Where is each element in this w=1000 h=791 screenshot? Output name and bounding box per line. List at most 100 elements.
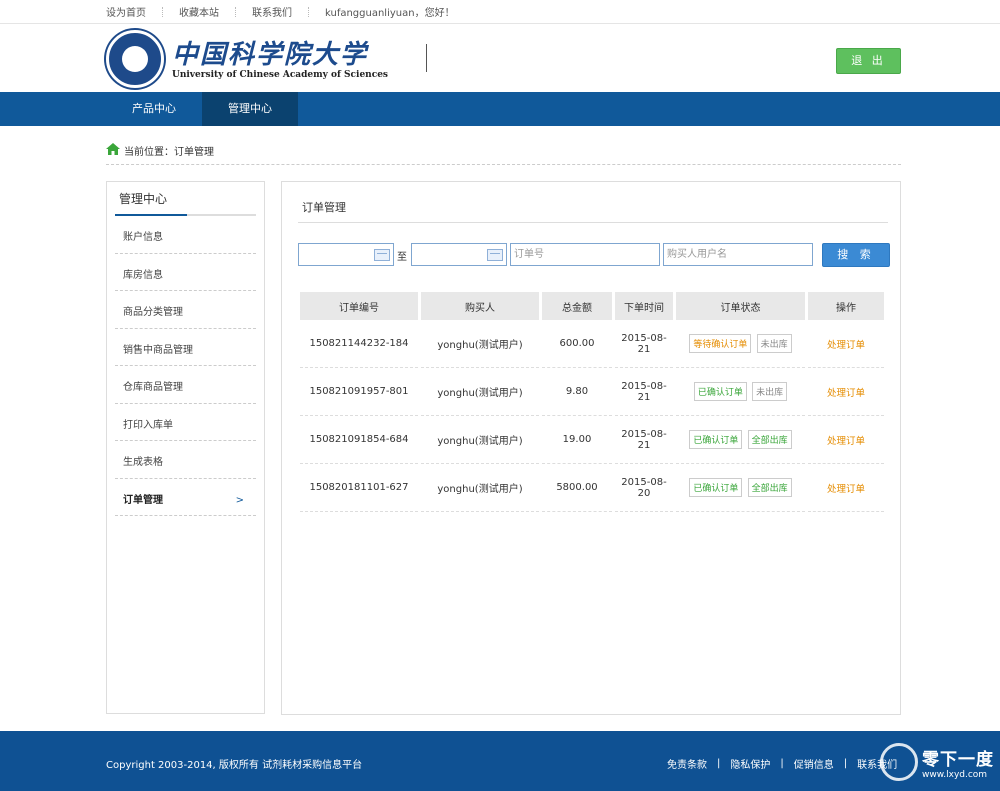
process-order-link[interactable]: 处理订单 — [827, 340, 865, 351]
nav-management-center[interactable]: 管理中心 — [202, 92, 298, 126]
column-header-buyer: 购买人 — [421, 292, 539, 320]
home-icon[interactable] — [106, 143, 120, 155]
set-home-link[interactable]: 设为首页 — [106, 4, 146, 19]
order-id-cell: 150821144232-184 — [300, 320, 418, 368]
breadcrumb: 当前位置：订单管理 — [106, 143, 901, 165]
divider — [308, 6, 309, 17]
logo-chinese-name: 中国科学院大学 — [172, 40, 369, 70]
column-header-status: 订单状态 — [676, 292, 805, 320]
divider: | — [843, 758, 848, 769]
start-date-field[interactable] — [298, 243, 394, 266]
status-badge-stock: 全部出库 — [747, 478, 792, 497]
sidebar-item-warehouse-info[interactable]: 库房信息 — [115, 254, 256, 291]
status-badge-confirmation: 已确认订单 — [693, 382, 747, 401]
status-badge-stock: 全部出库 — [747, 430, 792, 449]
contact-link[interactable]: 联系我们 — [252, 4, 292, 19]
divider — [235, 6, 236, 17]
order-date-cell: 2015-08-20 — [615, 464, 673, 512]
table-row: 150821091854-684 yonghu(测试用户) 19.00 2015… — [300, 416, 884, 464]
footer-link-privacy[interactable]: 隐私保护 — [730, 756, 770, 771]
table-row: 150820181101-627 yonghu(测试用户) 5800.00 20… — [300, 464, 884, 512]
sidebar-item-label: 订单管理 — [123, 494, 163, 506]
status-cell: 等待确认订单 未出库 — [676, 320, 805, 368]
order-id-cell: 150821091854-684 — [300, 416, 418, 464]
order-date-cell: 2015-08-21 — [615, 368, 673, 416]
action-cell: 处理订单 — [808, 368, 884, 416]
process-order-link[interactable]: 处理订单 — [827, 388, 865, 399]
calendar-icon[interactable] — [374, 249, 390, 261]
university-logo[interactable]: 中国科学院大学 University of Chinese Academy of… — [106, 30, 388, 88]
watermark: 零下一度 www.lxyd.com — [880, 743, 994, 781]
top-utility-bar: 设为首页 收藏本站 联系我们 kufangguanliyuan，您好！ — [0, 0, 1000, 24]
buyer-cell: yonghu(测试用户) — [421, 464, 539, 512]
orders-table: 订单编号 购买人 总金额 下单时间 订单状态 操作 150821144232-1… — [297, 292, 887, 512]
header-divider — [426, 44, 427, 72]
user-greeting: kufangguanliyuan，您好！ — [325, 8, 455, 19]
status-cell: 已确认订单 未出库 — [676, 368, 805, 416]
status-badge-stock: 未出库 — [756, 334, 792, 353]
amount-cell: 5800.00 — [542, 464, 612, 512]
filter-bar: 至 搜 索 — [298, 243, 890, 267]
process-order-link[interactable]: 处理订单 — [827, 484, 865, 495]
divider: | — [717, 758, 721, 769]
watermark-logo-icon — [880, 743, 918, 781]
end-date-field[interactable] — [411, 243, 507, 266]
order-id-cell: 150820181101-627 — [300, 464, 418, 512]
main-nav: 产品中心 管理中心 — [0, 92, 1000, 126]
sidebar-item-category-management[interactable]: 商品分类管理 — [115, 291, 256, 329]
status-cell: 已确认订单 全部出库 — [676, 416, 805, 464]
footer-link-disclaimer[interactable]: 免责条款 — [667, 756, 707, 771]
buyer-cell: yonghu(测试用户) — [421, 368, 539, 416]
sidebar-item-account-info[interactable]: 账户信息 — [115, 216, 256, 254]
buyer-username-input[interactable] — [663, 243, 813, 266]
order-id-cell: 150821091957-801 — [300, 368, 418, 416]
column-header-action: 操作 — [808, 292, 884, 320]
sidebar-item-on-sale-management[interactable]: 销售中商品管理 — [115, 329, 256, 366]
action-cell: 处理订单 — [808, 464, 884, 512]
nav-product-center[interactable]: 产品中心 — [106, 92, 202, 126]
calendar-icon[interactable] — [487, 249, 503, 261]
logo-english-name: University of Chinese Academy of Science… — [172, 70, 388, 80]
sidebar: 管理中心 账户信息 库房信息 商品分类管理 销售中商品管理 仓库商品管理 打印入… — [106, 181, 265, 714]
column-header-order-id: 订单编号 — [300, 292, 418, 320]
amount-cell: 19.00 — [542, 416, 612, 464]
sidebar-item-print-receipt[interactable]: 打印入库单 — [115, 404, 256, 441]
status-badge-confirmation: 已确认订单 — [689, 478, 743, 497]
site-header: 中国科学院大学 University of Chinese Academy of… — [0, 24, 1000, 92]
sidebar-title: 管理中心 — [115, 182, 256, 216]
table-header-row: 订单编号 购买人 总金额 下单时间 订单状态 操作 — [300, 292, 884, 320]
bookmark-link[interactable]: 收藏本站 — [179, 4, 219, 19]
panel-title: 订单管理 — [298, 182, 888, 223]
column-header-order-date: 下单时间 — [615, 292, 673, 320]
breadcrumb-text: 当前位置：订单管理 — [124, 147, 214, 158]
action-cell: 处理订单 — [808, 416, 884, 464]
table-row: 150821091957-801 yonghu(测试用户) 9.80 2015-… — [300, 368, 884, 416]
sidebar-item-stock-management[interactable]: 仓库商品管理 — [115, 366, 256, 404]
logo-text: 中国科学院大学 University of Chinese Academy of… — [172, 38, 388, 80]
date-range-separator: 至 — [397, 252, 407, 263]
process-order-link[interactable]: 处理订单 — [827, 436, 865, 447]
divider — [162, 6, 163, 17]
footer-link-promotions[interactable]: 促销信息 — [794, 756, 834, 771]
university-seal-icon — [106, 30, 164, 88]
action-cell: 处理订单 — [808, 320, 884, 368]
amount-cell: 600.00 — [542, 320, 612, 368]
search-button[interactable]: 搜 索 — [822, 243, 890, 267]
column-header-amount: 总金额 — [542, 292, 612, 320]
main-panel: 订单管理 至 搜 索 订单编号 购买人 总金额 下单时间 订单状态 操作 150… — [281, 181, 901, 715]
divider: | — [780, 758, 784, 769]
logout-button[interactable]: 退 出 — [836, 48, 901, 74]
order-date-cell: 2015-08-21 — [615, 416, 673, 464]
sidebar-item-generate-report[interactable]: 生成表格 — [115, 441, 256, 479]
sidebar-item-order-management[interactable]: 订单管理 > — [115, 479, 256, 516]
order-number-input[interactable] — [510, 243, 660, 266]
status-badge-confirmation: 已确认订单 — [689, 430, 743, 449]
footer-links: 免责条款 | 隐私保护 | 促销信息 | 联系我们 — [667, 756, 897, 771]
watermark-url: www.lxyd.com — [922, 769, 988, 780]
buyer-cell: yonghu(测试用户) — [421, 416, 539, 464]
chevron-right-icon: > — [235, 494, 244, 506]
status-cell: 已确认订单 全部出库 — [676, 464, 805, 512]
status-badge-confirmation: 等待确认订单 — [689, 334, 752, 353]
status-badge-stock: 未出库 — [752, 382, 788, 401]
site-footer: Copyright 2003-2014, 版权所有 试剂耗材采购信息平台 免责条… — [0, 731, 1000, 791]
